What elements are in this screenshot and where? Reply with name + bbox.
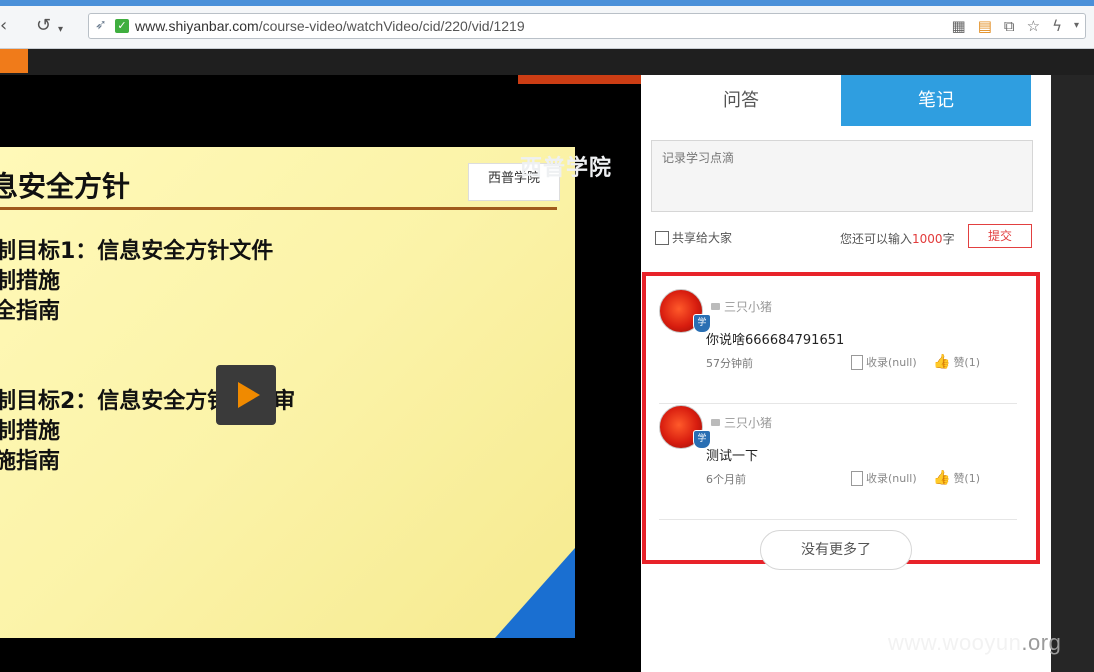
thumbs-up-icon: 👍 <box>933 354 951 370</box>
note-item: 学 三只小猪 测试一下 6个月前 收录(null) 👍 赞(1) <box>659 405 1017 520</box>
flash-icon[interactable]: ϟ <box>1052 17 1062 35</box>
note-input[interactable] <box>651 140 1033 212</box>
slide-divider <box>0 207 557 210</box>
chevron-down-icon[interactable]: ▾ <box>1074 17 1079 35</box>
note-time: 6个月前 <box>706 473 746 486</box>
slide-title: 息安全方针 <box>0 170 131 203</box>
clipboard-icon <box>851 354 863 370</box>
url-text[interactable]: www.shiyanbar.com/course-video/watchVide… <box>135 18 525 34</box>
site-watermark: www.wooyun.org <box>888 630 1061 656</box>
hint-suffix: 字 <box>942 232 955 246</box>
slide-corner-decoration <box>495 548 575 638</box>
play-icon <box>238 382 260 408</box>
submit-button[interactable]: 提交 <box>968 224 1032 248</box>
like-label: 赞(1) <box>953 472 981 485</box>
qr-icon[interactable]: ▦ <box>952 17 966 35</box>
collect-label: 收录(null) <box>866 356 917 369</box>
comment-icon <box>711 303 720 310</box>
share-label: 共享给大家 <box>672 231 733 245</box>
collect-button[interactable]: 收录(null) <box>851 470 917 486</box>
hint-prefix: 您还可以输入 <box>840 232 913 246</box>
note-item: 学 三只小猪 你说啥666684791651 57分钟前 收录(null) 👍 … <box>659 289 1017 404</box>
collect-label: 收录(null) <box>866 472 917 485</box>
refresh-icon[interactable]: ↺ <box>36 16 51 36</box>
collect-button[interactable]: 收录(null) <box>851 354 917 370</box>
note-author[interactable]: 三只小猪 <box>711 414 772 431</box>
video-player[interactable]: 息安全方针 西普学院 制目标1：信息安全方针文件 制措施 全指南 制目标2：信息… <box>0 75 641 672</box>
slide-line: 制目标1：信息安全方针文件 <box>0 239 274 264</box>
tab-notes[interactable]: 笔记 <box>841 75 1031 126</box>
note-time: 57分钟前 <box>706 357 753 370</box>
chevron-down-icon[interactable]: ▾ <box>58 20 63 40</box>
tab-qa[interactable]: 问答 <box>641 75 841 126</box>
share-icon <box>655 230 669 245</box>
slide-line: 施指南 <box>0 449 61 474</box>
orange-tab[interactable] <box>0 49 28 73</box>
url-path: /course-video/watchVideo/cid/220/vid/121… <box>258 18 525 34</box>
thumbs-up-icon: 👍 <box>933 470 951 486</box>
clipboard-icon <box>851 470 863 486</box>
school-watermark: 西普学院 <box>520 156 613 181</box>
page-right-edge <box>1051 75 1094 672</box>
video-slide: 息安全方针 西普学院 制目标1：信息安全方针文件 制措施 全指南 制目标2：信息… <box>0 147 575 638</box>
note-author[interactable]: 三只小猪 <box>711 298 772 315</box>
author-name: 三只小猪 <box>724 300 773 314</box>
note-content: 测试一下 <box>706 449 759 464</box>
secure-icon: ✓ <box>115 19 129 33</box>
char-count-hint: 您还可以输入1000字 <box>840 230 955 247</box>
like-button[interactable]: 👍 赞(1) <box>933 354 980 370</box>
like-button[interactable]: 👍 赞(1) <box>933 470 980 486</box>
note-content: 你说啥666684791651 <box>706 333 845 348</box>
play-button[interactable] <box>216 365 276 425</box>
slide-line: 全指南 <box>0 299 61 324</box>
page-top-bar <box>0 49 1094 75</box>
author-name: 三只小猪 <box>724 416 773 430</box>
rocket-icon[interactable]: ➶ <box>95 17 107 33</box>
address-bar[interactable]: ➶ ✓ www.shiyanbar.com/course-video/watch… <box>88 13 1086 39</box>
watermark-site: www.wooyun <box>888 630 1022 655</box>
slide-line: 制措施 <box>0 419 61 444</box>
like-label: 赞(1) <box>953 356 981 369</box>
back-icon[interactable]: ‹ <box>0 16 7 36</box>
comment-icon <box>711 419 720 426</box>
notes-panel: 问答 笔记 共享给大家 您还可以输入1000字 提交 学 三只小猪 你说啥666… <box>641 75 1051 672</box>
reader-icon[interactable]: ▤ <box>978 17 992 35</box>
star-icon[interactable]: ☆ <box>1027 17 1040 35</box>
translate-icon[interactable]: ⧉ <box>1004 17 1015 35</box>
video-logo-strip <box>518 75 641 84</box>
browser-toolbar: ‹ ↺ ▾ ➶ ✓ www.shiyanbar.com/course-video… <box>0 6 1094 49</box>
note-divider <box>659 519 1017 520</box>
hint-count: 1000 <box>912 232 943 246</box>
address-bar-icons: ▦ ▤ ⧉ ☆ ϟ ▾ <box>952 17 1079 35</box>
share-toggle[interactable]: 共享给大家 <box>655 229 732 246</box>
watermark-tld: .org <box>1021 630 1062 655</box>
slide-line: 制措施 <box>0 269 61 294</box>
note-divider <box>659 403 1017 404</box>
url-host: www.shiyanbar.com <box>135 18 259 34</box>
no-more-button[interactable]: 没有更多了 <box>760 530 912 570</box>
